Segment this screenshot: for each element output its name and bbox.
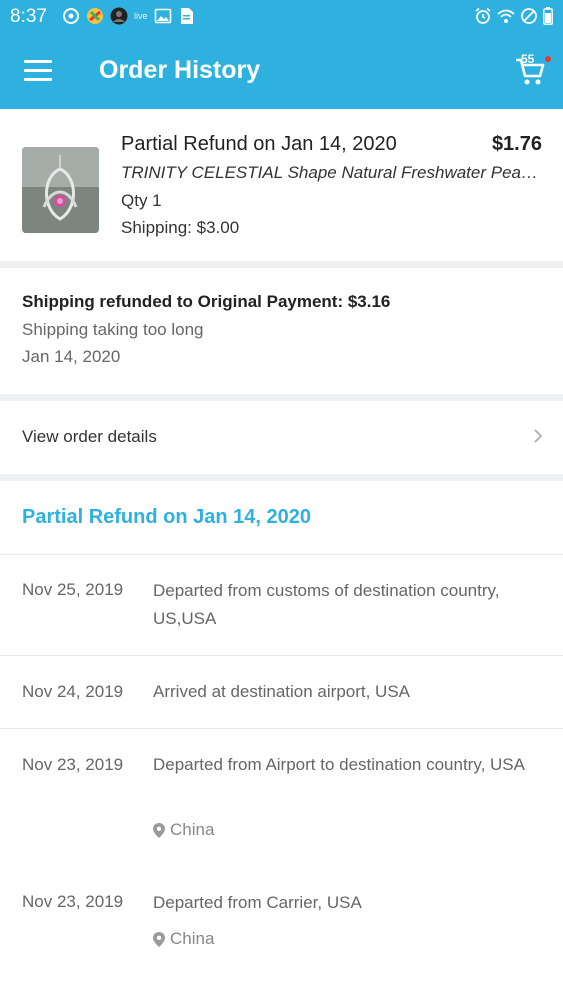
tracking-event-description: Departed from Airport to destination cou… bbox=[153, 755, 525, 774]
tracking-event-description: Departed from customs of destination cou… bbox=[153, 581, 500, 628]
pendant-image bbox=[22, 147, 99, 233]
status-time: 8:37 bbox=[10, 6, 47, 27]
product-name: TRINITY CELESTIAL Shape Natural Freshwat… bbox=[121, 163, 541, 182]
product-shipping: Shipping: $3.00 bbox=[121, 218, 240, 237]
alarm-icon bbox=[475, 7, 491, 24]
location-pin-icon bbox=[153, 931, 165, 947]
tracking-event-date: Nov 25, 2019 bbox=[22, 580, 124, 599]
tracking-event-location-text: China bbox=[170, 820, 215, 839]
location-pin-icon bbox=[153, 822, 165, 838]
battery-icon bbox=[543, 7, 553, 25]
image-icon bbox=[154, 8, 171, 24]
order-price: $1.76 bbox=[491, 133, 542, 155]
cart-notification-dot bbox=[545, 56, 551, 62]
tracking-event-date: Nov 24, 2019 bbox=[22, 682, 124, 701]
sync-icon bbox=[63, 8, 79, 24]
wifi-icon bbox=[497, 9, 515, 23]
page-title: Order History bbox=[99, 56, 261, 84]
section-divider bbox=[0, 261, 563, 268]
refund-reason: Shipping taking too long bbox=[22, 320, 204, 339]
product-quantity: Qty 1 bbox=[121, 191, 162, 210]
status-right-icons bbox=[474, 7, 553, 25]
product-thumbnail[interactable] bbox=[22, 147, 99, 233]
tracking-event-description: Departed from Carrier, USA bbox=[153, 893, 362, 912]
view-order-details-label: View order details bbox=[22, 427, 157, 446]
app-bar: Order History 55 bbox=[0, 34, 563, 109]
chevron-right-icon bbox=[534, 429, 543, 443]
tracking-event-location: China bbox=[153, 820, 214, 840]
order-item[interactable]: Partial Refund on Jan 14, 2020 $1.76 TRI… bbox=[0, 109, 563, 261]
row-divider bbox=[0, 728, 563, 729]
tracking-event-date: Nov 23, 2019 bbox=[22, 892, 124, 911]
menu-icon[interactable] bbox=[24, 60, 52, 82]
refund-date: Jan 14, 2020 bbox=[22, 347, 121, 366]
document-icon bbox=[180, 8, 193, 24]
order-status-title: Partial Refund on Jan 14, 2020 bbox=[121, 133, 397, 155]
view-order-details-row[interactable]: View order details bbox=[0, 401, 563, 474]
app-icon bbox=[87, 8, 103, 24]
tracking-event-location: China bbox=[153, 929, 214, 949]
row-divider bbox=[0, 554, 563, 555]
status-bar: 8:37 live bbox=[0, 0, 563, 34]
tracking-event-location-text: China bbox=[170, 929, 215, 948]
section-divider bbox=[0, 474, 563, 481]
live-label: live bbox=[134, 11, 148, 21]
refund-headline: Shipping refunded to Original Payment: $… bbox=[22, 292, 391, 311]
status-left-icons: live bbox=[62, 7, 196, 25]
tracking-event-description: Arrived at destination airport, USA bbox=[153, 682, 411, 701]
do-not-disturb-icon bbox=[521, 8, 537, 24]
refund-info: Shipping refunded to Original Payment: $… bbox=[0, 268, 563, 394]
row-divider bbox=[0, 655, 563, 656]
section-divider bbox=[0, 394, 563, 401]
avatar-icon bbox=[110, 7, 128, 25]
tracking-section-title: Partial Refund on Jan 14, 2020 bbox=[22, 506, 311, 528]
cart-count-badge: 55 bbox=[521, 52, 535, 66]
tracking-event-date: Nov 23, 2019 bbox=[22, 755, 124, 774]
